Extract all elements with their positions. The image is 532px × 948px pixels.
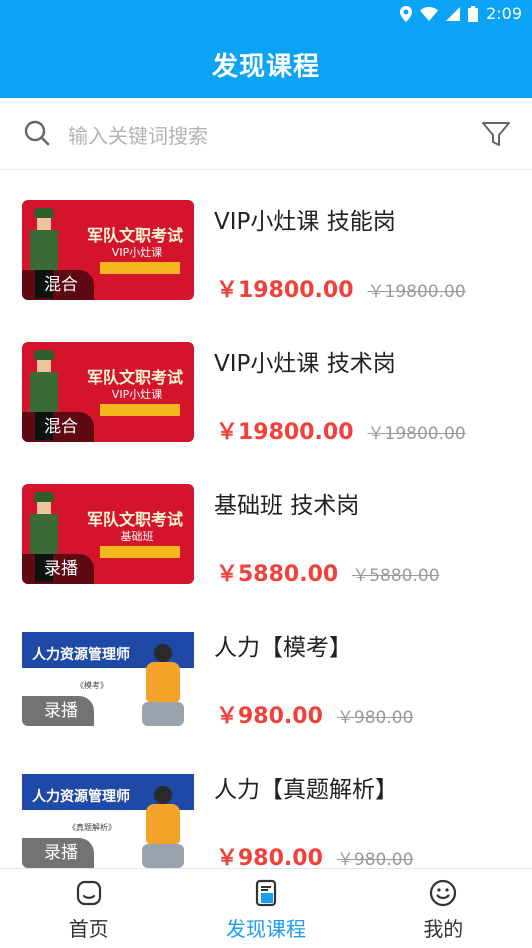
course-price: ￥19800.00 (216, 420, 354, 445)
bottom-nav: 首页 发现课程 我的 (0, 868, 532, 948)
status-bar: 2:09 (0, 0, 532, 30)
header: 发现课程 (0, 30, 532, 98)
smiley-icon (430, 879, 457, 907)
thumbnail-bar (100, 546, 180, 558)
home-icon (76, 880, 101, 906)
nav-discover-label: 发现课程 (225, 917, 306, 941)
thumbnail-subtitle: 《真题解析》 (68, 823, 116, 832)
course-item[interactable]: 人力资源管理师 《模考》 录播 人力【模考】 ￥980.00 ￥980.00 (0, 610, 532, 752)
course-thumbnail[interactable]: 人力资源管理师 《模考》 录播 (22, 626, 194, 726)
course-item[interactable]: 军队文职考试 基础班 录播 基础班 技术岗 ￥5880.00 ￥5880.00 (0, 468, 532, 610)
status-time: 2:09 (486, 4, 522, 23)
course-title[interactable]: 基础班 技术岗 (214, 486, 359, 520)
original-price: ￥19800.00 (367, 282, 466, 302)
search-input[interactable]: 输入关键词搜索 (68, 120, 208, 149)
nav-me[interactable]: 我的 (355, 869, 532, 948)
thumbnail-subtitle: 《模考》 (76, 681, 108, 690)
discover-icon (255, 879, 277, 907)
person-illustration (138, 786, 188, 868)
course-title[interactable]: VIP小灶课 技能岗 (214, 202, 396, 236)
price-row: ￥19800.00 ￥19800.00 (216, 272, 466, 304)
course-title[interactable]: 人力【模考】 (214, 628, 352, 662)
thumbnail-title: 军队文职考试 (86, 368, 183, 387)
app-screen: 2:09 发现课程 输入关键词搜索 军队文职考试 VIP小灶课 混合 VIP小灶… (0, 0, 532, 948)
thumbnail-subtitle: VIP小灶课 (111, 246, 163, 259)
nav-me-label: 我的 (423, 917, 464, 941)
status-icons: 2:09 (400, 4, 522, 23)
course-type-tag: 混合 (22, 270, 94, 300)
course-item[interactable]: 军队文职考试 VIP小灶课 混合 VIP小灶课 技能岗 ￥19800.00 ￥1… (0, 184, 532, 326)
nav-home[interactable]: 首页 (0, 869, 177, 948)
battery-icon (468, 5, 479, 22)
location-icon (400, 5, 413, 22)
thumbnail-bar (100, 262, 180, 274)
course-type-tag: 录播 (22, 696, 94, 726)
course-thumbnail[interactable]: 军队文职考试 VIP小灶课 混合 (22, 342, 194, 442)
search-bar[interactable]: 输入关键词搜索 (0, 98, 532, 170)
thumbnail-subtitle: 基础班 (120, 530, 154, 543)
signal-icon (446, 6, 461, 21)
price-row: ￥980.00 ￥980.00 (216, 698, 413, 730)
nav-home-label: 首页 (68, 917, 109, 941)
thumbnail-title: 军队文职考试 (86, 226, 183, 245)
course-title[interactable]: VIP小灶课 技术岗 (214, 344, 396, 378)
nav-discover[interactable]: 发现课程 (177, 869, 354, 948)
thumbnail-title: 军队文职考试 (86, 510, 183, 529)
course-price: ￥19800.00 (216, 278, 354, 303)
course-list: 军队文职考试 VIP小灶课 混合 VIP小灶课 技能岗 ￥19800.00 ￥1… (0, 184, 532, 894)
thumbnail-subtitle: VIP小灶课 (111, 388, 163, 401)
course-thumbnail[interactable]: 军队文职考试 基础班 录播 (22, 484, 194, 584)
original-price: ￥5880.00 (352, 566, 440, 586)
search-icon[interactable] (24, 120, 50, 146)
course-type-tag: 混合 (22, 412, 94, 442)
page-title: 发现课程 (211, 51, 320, 82)
course-type-tag: 录播 (22, 554, 94, 584)
filter-icon[interactable] (480, 118, 512, 150)
course-title[interactable]: 人力【真题解析】 (214, 770, 398, 804)
price-row: ￥19800.00 ￥19800.00 (216, 414, 466, 446)
person-illustration (138, 644, 188, 726)
course-thumbnail[interactable]: 军队文职考试 VIP小灶课 混合 (22, 200, 194, 300)
price-row: ￥5880.00 ￥5880.00 (216, 556, 440, 588)
wifi-icon (420, 6, 439, 21)
thumbnail-bar (100, 404, 180, 416)
original-price: ￥980.00 (336, 850, 414, 870)
course-thumbnail[interactable]: 人力资源管理师 《真题解析》 录播 (22, 768, 194, 868)
original-price: ￥19800.00 (367, 424, 466, 444)
course-item[interactable]: 军队文职考试 VIP小灶课 混合 VIP小灶课 技术岗 ￥19800.00 ￥1… (0, 326, 532, 468)
course-price: ￥5880.00 (216, 562, 339, 587)
course-type-tag: 录播 (22, 838, 94, 868)
course-price: ￥980.00 (216, 704, 323, 729)
original-price: ￥980.00 (336, 708, 414, 728)
